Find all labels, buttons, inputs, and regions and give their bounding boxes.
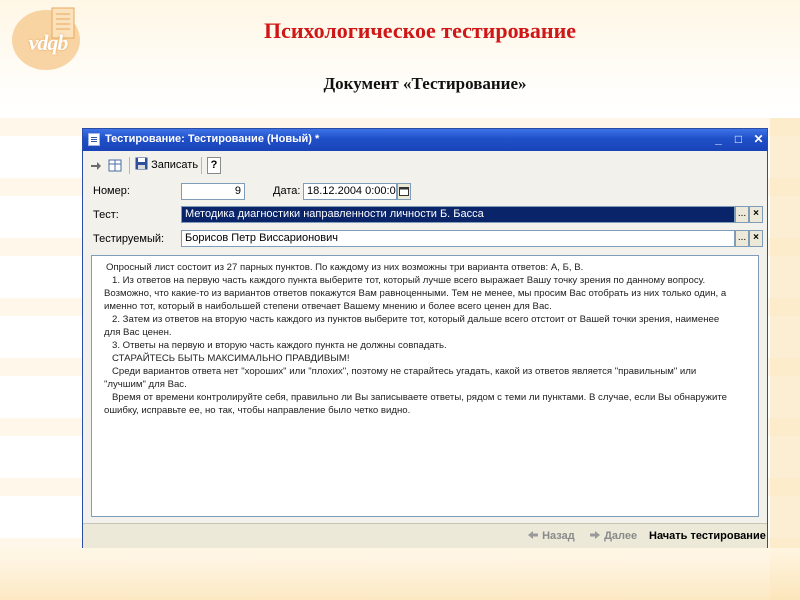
save-button-label: Записать <box>151 159 199 171</box>
instruction-line: СТАРАЙТЕСЬ БЫТЬ МАКСИМАЛЬНО ПРАВДИВЫМ! <box>112 353 350 364</box>
window-titlebar[interactable]: Тестирование: Тестирование (Новый) * _ □… <box>83 129 767 151</box>
calendar-icon <box>399 187 409 196</box>
instructions-textarea[interactable]: Опросный лист состоит из 27 парных пункт… <box>91 255 759 517</box>
subject-clear-button[interactable]: × <box>749 230 763 247</box>
subject-select-button[interactable]: ... <box>735 230 749 247</box>
document-icon <box>88 133 100 146</box>
testing-document-window: Тестирование: Тестирование (Новый) * _ □… <box>82 128 768 548</box>
arrow-menu-icon <box>91 162 101 170</box>
slide-footer-background <box>0 548 800 600</box>
logo-text: vdqb <box>28 30 69 55</box>
instruction-line: 2. Затем из ответов на вторую часть кажд… <box>112 314 720 325</box>
test-clear-button[interactable]: × <box>749 206 763 223</box>
date-label: Дата: <box>273 185 301 197</box>
document-toolbar: Записать ? <box>85 155 765 177</box>
number-field[interactable]: 9 <box>181 183 245 200</box>
toolbar-separator <box>129 157 130 174</box>
instruction-line: "лучшим" для Вас. <box>104 379 187 390</box>
next-button[interactable]: Далее <box>589 530 637 542</box>
instruction-line: именно тот, который в наибольшей степени… <box>104 301 552 312</box>
number-label: Номер: <box>93 185 130 197</box>
instruction-line: Среди вариантов ответа нет "хороших" или… <box>112 366 697 377</box>
subject-field[interactable]: Борисов Петр Виссарионович <box>181 230 735 247</box>
save-button[interactable]: Записать <box>135 157 207 174</box>
wizard-navigation-bar: Назад Далее Начать тестирование <box>83 523 767 548</box>
back-button[interactable]: Назад <box>527 530 575 542</box>
grid-view-button[interactable] <box>107 157 123 174</box>
next-button-label: Далее <box>604 530 638 542</box>
instruction-line: Опросный лист состоит из 27 парных пункт… <box>106 262 584 273</box>
actions-menu-button[interactable] <box>89 157 103 174</box>
start-testing-button[interactable]: Начать тестирование <box>649 530 766 542</box>
help-button[interactable]: ? <box>207 157 221 174</box>
instruction-line: для Вас ценен. <box>104 327 172 338</box>
instruction-line: Возможно, что какие-то из вариантов отве… <box>104 288 727 299</box>
minimize-button[interactable]: _ <box>711 132 726 147</box>
window-title: Тестирование: Тестирование (Новый) * <box>105 133 320 145</box>
instruction-line: 1. Из ответов на первую часть каждого пу… <box>112 275 706 286</box>
save-disk-icon <box>135 157 148 170</box>
date-field[interactable]: 18.12.2004 0:00:00 <box>303 183 397 200</box>
slide-title: Психологическое тестирование <box>263 18 577 43</box>
close-button[interactable]: ✕ <box>751 132 766 147</box>
instruction-line: 3. Ответы на первую и вторую часть каждо… <box>112 340 447 351</box>
slide-subtitle: Документ «Тестирование» <box>323 74 527 93</box>
maximize-button[interactable]: □ <box>731 132 746 147</box>
back-button-label: Назад <box>542 530 575 542</box>
calendar-button[interactable] <box>397 183 411 200</box>
instruction-line: ошибку, исправьте ее, но так, чтобы напр… <box>104 405 411 416</box>
arrow-left-icon <box>528 531 538 539</box>
grid-icon <box>108 159 122 172</box>
arrow-right-icon <box>590 531 600 539</box>
test-select-button[interactable]: ... <box>735 206 749 223</box>
toolbar-separator <box>201 157 202 174</box>
subject-label: Тестируемый: <box>93 233 165 245</box>
slide-right-band <box>770 118 800 600</box>
test-label: Тест: <box>93 209 119 221</box>
test-field[interactable]: Методика диагностики направленности личн… <box>181 206 735 223</box>
instruction-line: Время от времени контролируйте себя, пра… <box>112 392 727 403</box>
